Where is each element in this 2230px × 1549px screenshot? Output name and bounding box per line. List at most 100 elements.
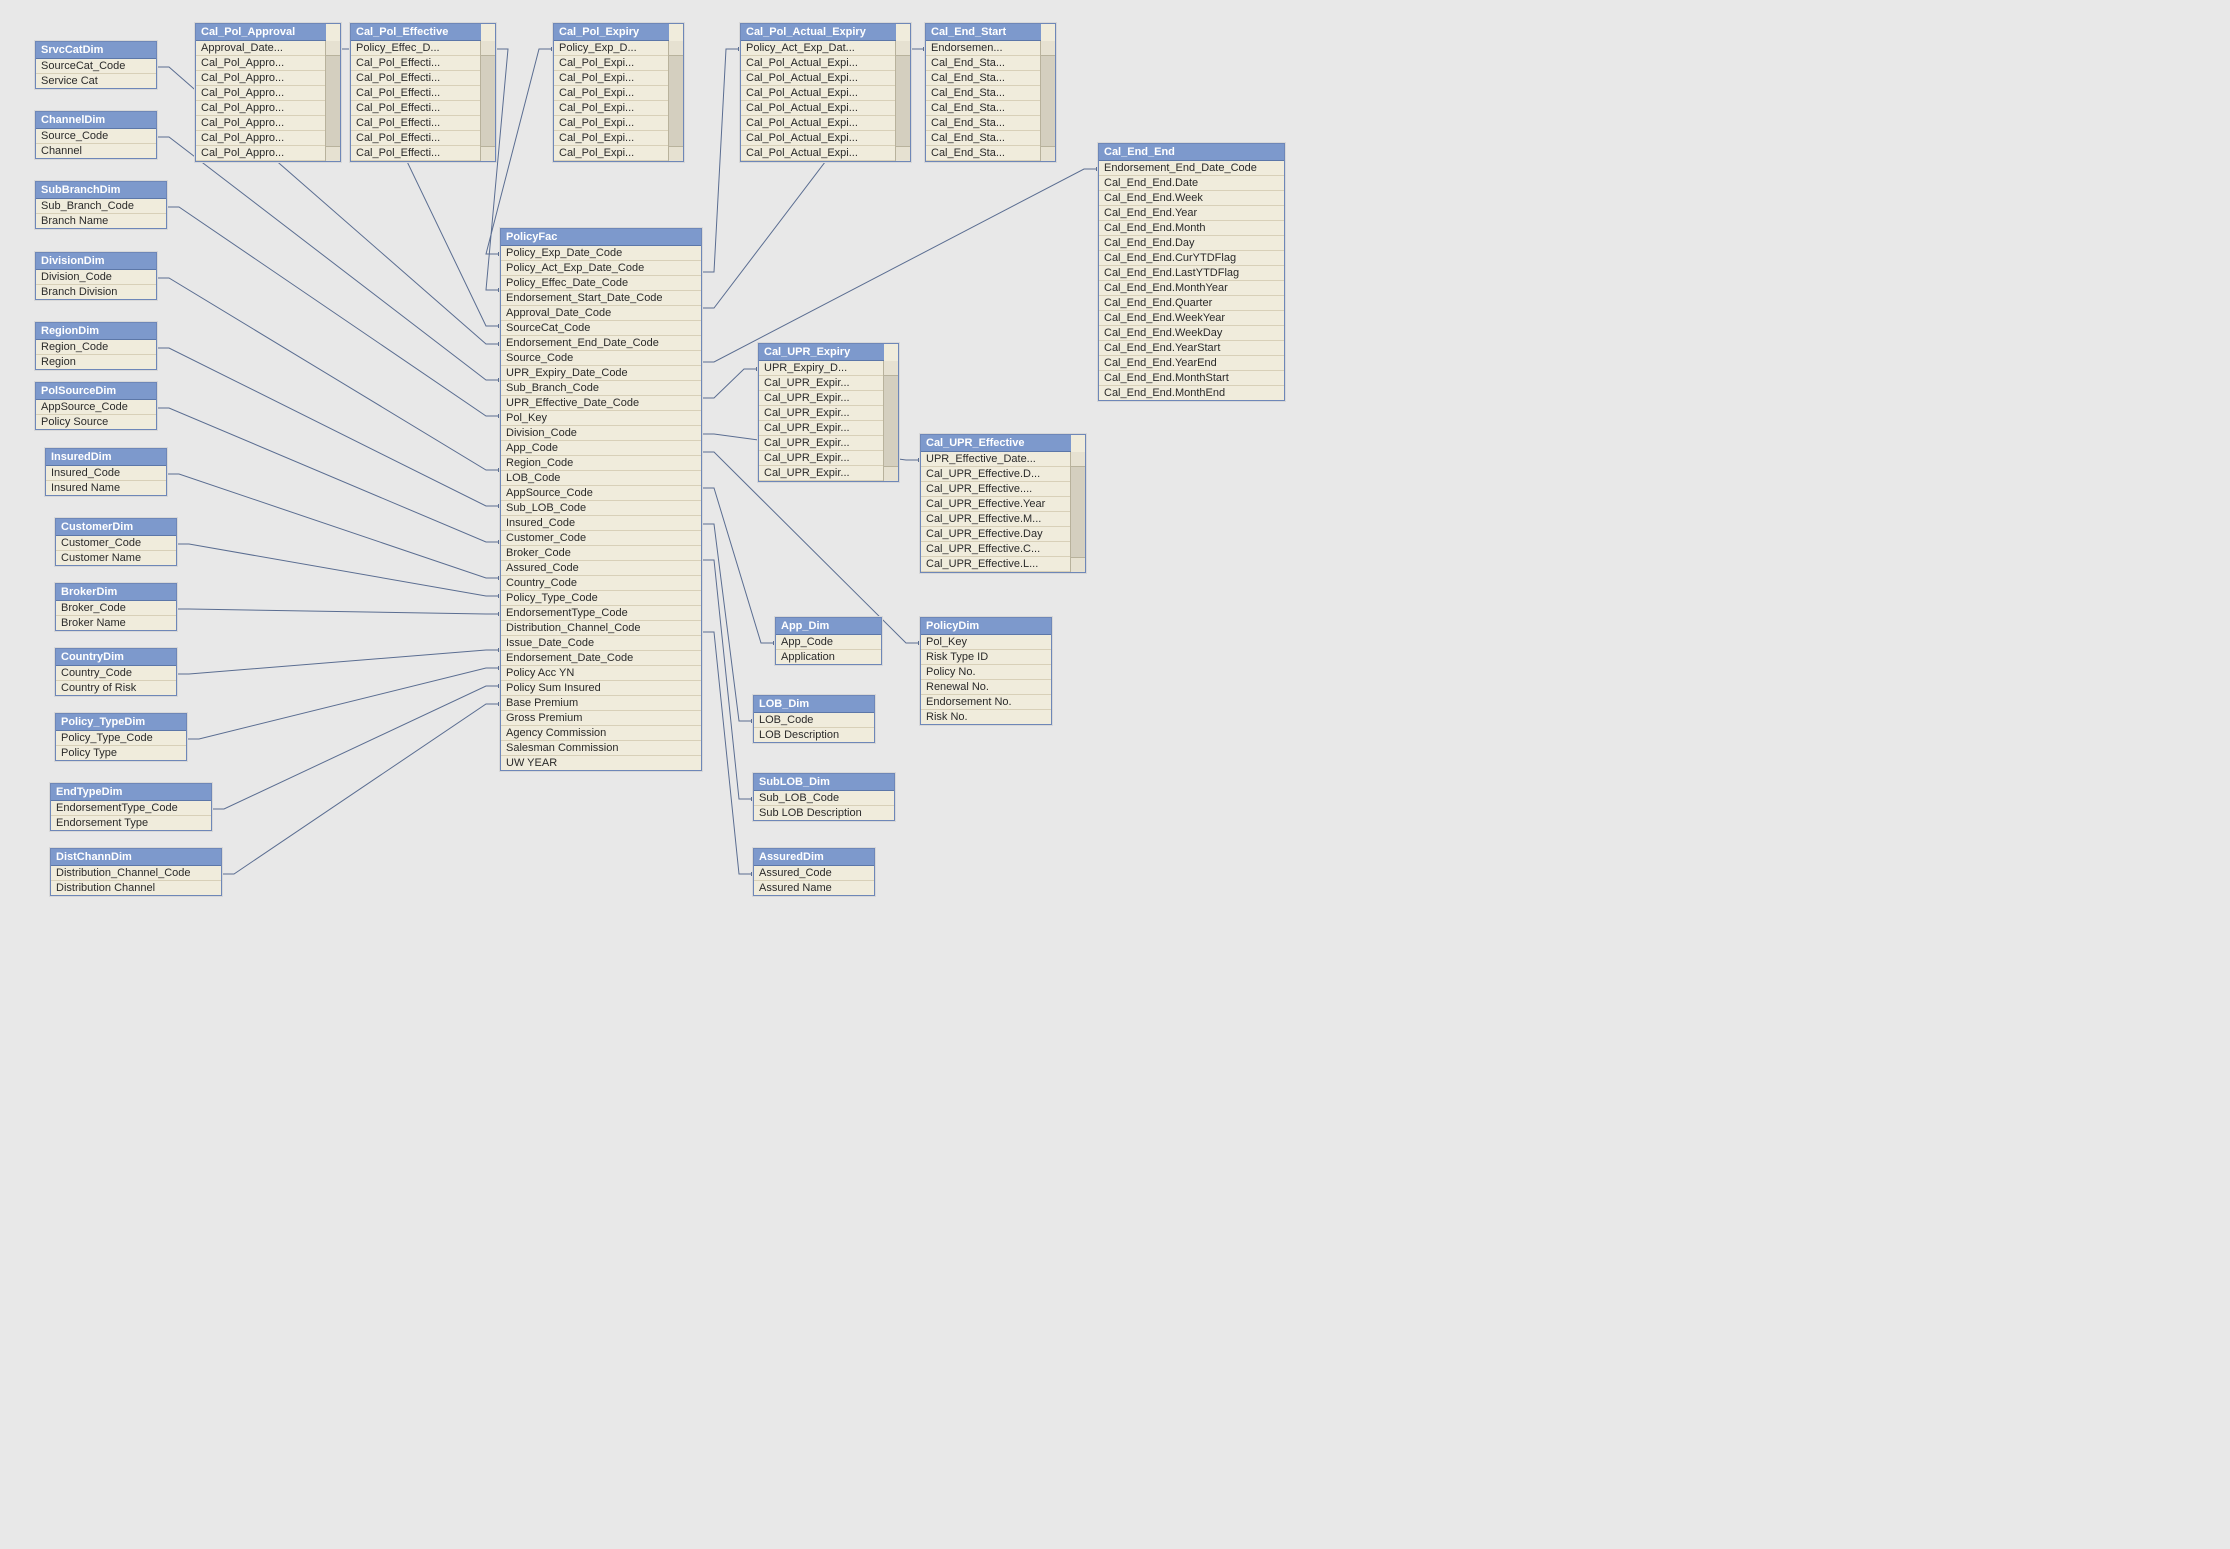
field-policy-type-code[interactable]: Policy_Type_Code xyxy=(501,591,701,606)
field-distribution-channel-code[interactable]: Distribution_Channel_Code xyxy=(51,866,221,881)
field-cal-pol-actual-expi-[interactable]: Cal_Pol_Actual_Expi... xyxy=(741,71,896,86)
table-header[interactable]: CustomerDim xyxy=(56,519,176,536)
field-cal-end-sta-[interactable]: Cal_End_Sta... xyxy=(926,56,1041,71)
table-cal_pol_actual_expiry[interactable]: Cal_Pol_Actual_ExpiryPolicy_Act_Exp_Dat.… xyxy=(740,23,911,162)
scrollbar[interactable] xyxy=(1070,452,1085,572)
field-cal-end-end-monthyear[interactable]: Cal_End_End.MonthYear xyxy=(1099,281,1284,296)
field-sub-lob-code[interactable]: Sub_LOB_Code xyxy=(754,791,894,806)
table-customerdim[interactable]: CustomerDimCustomer_CodeCustomer Name xyxy=(55,518,177,566)
field-base-premium[interactable]: Base Premium xyxy=(501,696,701,711)
table-cal_end_end[interactable]: Cal_End_EndEndorsement_End_Date_CodeCal_… xyxy=(1098,143,1285,401)
field-cal-upr-expir-[interactable]: Cal_UPR_Expir... xyxy=(759,436,884,451)
field-cal-upr-expir-[interactable]: Cal_UPR_Expir... xyxy=(759,421,884,436)
field-cal-pol-effecti-[interactable]: Cal_Pol_Effecti... xyxy=(351,71,481,86)
field-cal-pol-appro-[interactable]: Cal_Pol_Appro... xyxy=(196,56,326,71)
field-lob-code[interactable]: LOB_Code xyxy=(501,471,701,486)
field-pol-key[interactable]: Pol_Key xyxy=(501,411,701,426)
field-cal-pol-expi-[interactable]: Cal_Pol_Expi... xyxy=(554,146,669,161)
field-cal-end-end-quarter[interactable]: Cal_End_End.Quarter xyxy=(1099,296,1284,311)
table-header[interactable]: PolicyFac xyxy=(501,229,701,246)
field-cal-end-end-monthstart[interactable]: Cal_End_End.MonthStart xyxy=(1099,371,1284,386)
table-header[interactable]: App_Dim xyxy=(776,618,881,635)
field-endorsemen-[interactable]: Endorsemen... xyxy=(926,41,1041,56)
table-lob_dim[interactable]: LOB_DimLOB_CodeLOB Description xyxy=(753,695,875,743)
field-policy-sum-insured[interactable]: Policy Sum Insured xyxy=(501,681,701,696)
table-header[interactable]: BrokerDim xyxy=(56,584,176,601)
table-header[interactable]: DivisionDim xyxy=(36,253,156,270)
field-endorsementtype-code[interactable]: EndorsementType_Code xyxy=(501,606,701,621)
field-approval-date-[interactable]: Approval_Date... xyxy=(196,41,326,56)
field-cal-upr-effective-c-[interactable]: Cal_UPR_Effective.C... xyxy=(921,542,1071,557)
table-header[interactable]: AssuredDim xyxy=(754,849,874,866)
field-upr-expiry-d-[interactable]: UPR_Expiry_D... xyxy=(759,361,884,376)
field-region[interactable]: Region xyxy=(36,355,156,369)
field-policy-exp-d-[interactable]: Policy_Exp_D... xyxy=(554,41,669,56)
field-distribution-channel-code[interactable]: Distribution_Channel_Code xyxy=(501,621,701,636)
table-countrydim[interactable]: CountryDimCountry_CodeCountry of Risk xyxy=(55,648,177,696)
field-broker-code[interactable]: Broker_Code xyxy=(56,601,176,616)
table-header[interactable]: PolicyDim xyxy=(921,618,1051,635)
field-cal-pol-expi-[interactable]: Cal_Pol_Expi... xyxy=(554,71,669,86)
field-cal-end-end-weekday[interactable]: Cal_End_End.WeekDay xyxy=(1099,326,1284,341)
field-cal-pol-expi-[interactable]: Cal_Pol_Expi... xyxy=(554,56,669,71)
field-approval-date-code[interactable]: Approval_Date_Code xyxy=(501,306,701,321)
field-cal-pol-expi-[interactable]: Cal_Pol_Expi... xyxy=(554,101,669,116)
field-salesman-commission[interactable]: Salesman Commission xyxy=(501,741,701,756)
field-branch-division[interactable]: Branch Division xyxy=(36,285,156,299)
field-cal-pol-appro-[interactable]: Cal_Pol_Appro... xyxy=(196,146,326,161)
field-cal-upr-effective-l-[interactable]: Cal_UPR_Effective.L... xyxy=(921,557,1071,572)
table-header[interactable]: LOB_Dim xyxy=(754,696,874,713)
field-cal-end-end-date[interactable]: Cal_End_End.Date xyxy=(1099,176,1284,191)
field-policy-act-exp-date-code[interactable]: Policy_Act_Exp_Date_Code xyxy=(501,261,701,276)
field-cal-pol-actual-expi-[interactable]: Cal_Pol_Actual_Expi... xyxy=(741,116,896,131)
table-cal_end_start[interactable]: Cal_End_StartEndorsemen...Cal_End_Sta...… xyxy=(925,23,1056,162)
field-cal-pol-actual-expi-[interactable]: Cal_Pol_Actual_Expi... xyxy=(741,56,896,71)
field-cal-upr-expir-[interactable]: Cal_UPR_Expir... xyxy=(759,466,884,481)
field-policy-no-[interactable]: Policy No. xyxy=(921,665,1051,680)
table-srvccatdim[interactable]: SrvcCatDimSourceCat_CodeService Cat xyxy=(35,41,157,89)
field-cal-upr-effective-day[interactable]: Cal_UPR_Effective.Day xyxy=(921,527,1071,542)
field-customer-code[interactable]: Customer_Code xyxy=(56,536,176,551)
table-subbranchdim[interactable]: SubBranchDimSub_Branch_CodeBranch Name xyxy=(35,181,167,229)
field-cal-pol-actual-expi-[interactable]: Cal_Pol_Actual_Expi... xyxy=(741,101,896,116)
field-service-cat[interactable]: Service Cat xyxy=(36,74,156,88)
field-cal-upr-effective-[interactable]: Cal_UPR_Effective.... xyxy=(921,482,1071,497)
field-division-code[interactable]: Division_Code xyxy=(36,270,156,285)
field-customer-name[interactable]: Customer Name xyxy=(56,551,176,565)
field-cal-end-end-curytdflag[interactable]: Cal_End_End.CurYTDFlag xyxy=(1099,251,1284,266)
field-cal-end-end-day[interactable]: Cal_End_End.Day xyxy=(1099,236,1284,251)
field-sub-branch-code[interactable]: Sub_Branch_Code xyxy=(36,199,166,214)
table-endtypedim[interactable]: EndTypeDimEndorsementType_CodeEndorsemen… xyxy=(50,783,212,831)
field-appsource-code[interactable]: AppSource_Code xyxy=(36,400,156,415)
field-cal-pol-effecti-[interactable]: Cal_Pol_Effecti... xyxy=(351,131,481,146)
table-policy_typedim[interactable]: Policy_TypeDimPolicy_Type_CodePolicy Typ… xyxy=(55,713,187,761)
table-app_dim[interactable]: App_DimApp_CodeApplication xyxy=(775,617,882,665)
table-regiondim[interactable]: RegionDimRegion_CodeRegion xyxy=(35,322,157,370)
field-cal-pol-actual-expi-[interactable]: Cal_Pol_Actual_Expi... xyxy=(741,131,896,146)
field-cal-pol-effecti-[interactable]: Cal_Pol_Effecti... xyxy=(351,116,481,131)
field-cal-end-end-year[interactable]: Cal_End_End.Year xyxy=(1099,206,1284,221)
table-header[interactable]: PolSourceDim xyxy=(36,383,156,400)
table-sublob_dim[interactable]: SubLOB_DimSub_LOB_CodeSub LOB Descriptio… xyxy=(753,773,895,821)
table-header[interactable]: RegionDim xyxy=(36,323,156,340)
field-cal-pol-expi-[interactable]: Cal_Pol_Expi... xyxy=(554,116,669,131)
field-sub-lob-description[interactable]: Sub LOB Description xyxy=(754,806,894,820)
field-region-code[interactable]: Region_Code xyxy=(501,456,701,471)
table-policyfac[interactable]: PolicyFacPolicy_Exp_Date_CodePolicy_Act_… xyxy=(500,228,702,771)
field-source-code[interactable]: Source_Code xyxy=(36,129,156,144)
field-cal-pol-actual-expi-[interactable]: Cal_Pol_Actual_Expi... xyxy=(741,146,896,161)
field-assured-code[interactable]: Assured_Code xyxy=(754,866,874,881)
field-renewal-no-[interactable]: Renewal No. xyxy=(921,680,1051,695)
field-cal-end-sta-[interactable]: Cal_End_Sta... xyxy=(926,116,1041,131)
table-insureddim[interactable]: InsuredDimInsured_CodeInsured Name xyxy=(45,448,167,496)
table-header[interactable]: Cal_Pol_Expiry xyxy=(554,24,669,41)
field-policy-effec-date-code[interactable]: Policy_Effec_Date_Code xyxy=(501,276,701,291)
field-cal-pol-effecti-[interactable]: Cal_Pol_Effecti... xyxy=(351,101,481,116)
field-application[interactable]: Application xyxy=(776,650,881,664)
field-policy-act-exp-dat-[interactable]: Policy_Act_Exp_Dat... xyxy=(741,41,896,56)
field-lob-description[interactable]: LOB Description xyxy=(754,728,874,742)
field-cal-upr-effective-d-[interactable]: Cal_UPR_Effective.D... xyxy=(921,467,1071,482)
field-cal-end-sta-[interactable]: Cal_End_Sta... xyxy=(926,86,1041,101)
field-risk-type-id[interactable]: Risk Type ID xyxy=(921,650,1051,665)
field-cal-pol-expi-[interactable]: Cal_Pol_Expi... xyxy=(554,86,669,101)
